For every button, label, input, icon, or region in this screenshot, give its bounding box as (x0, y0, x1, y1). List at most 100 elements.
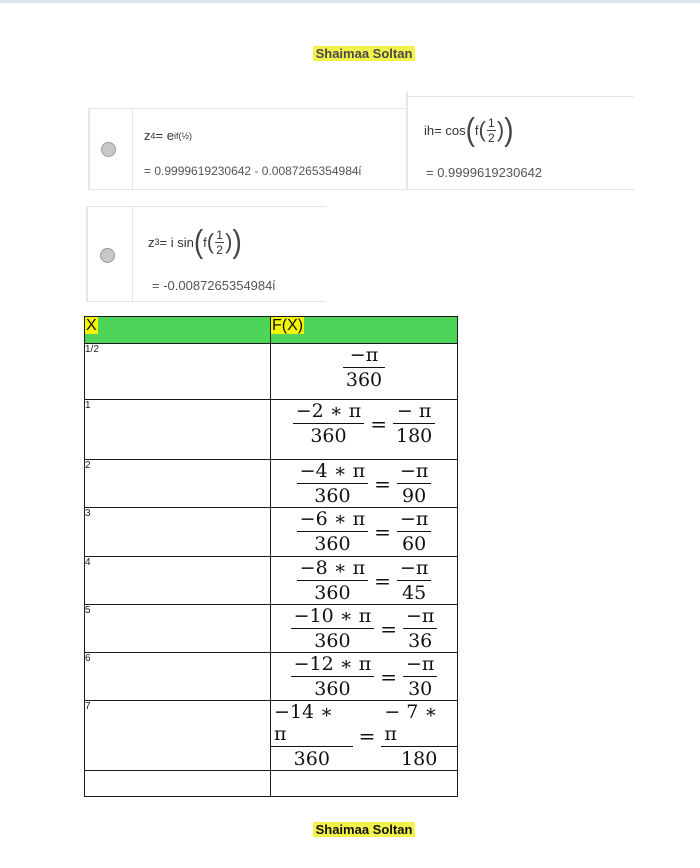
author-header: Shaimaa Soltan (313, 46, 415, 61)
ih-definition[interactable]: ih = cos (f( 12 )) (424, 110, 514, 150)
fx-cell: −10 ∗ π 360 = −π 36 (270, 604, 458, 653)
fraction-bar (271, 746, 353, 747)
fraction-unsimplified: −6 ∗ π 360 (296, 508, 369, 555)
fraction-unsimplified: −2 ∗ π 360 (292, 400, 365, 447)
numerator: −2 ∗ π (295, 400, 362, 422)
table-header-row: X F(X) (84, 316, 458, 344)
denominator: 360 (314, 678, 351, 700)
visibility-toggle-z4[interactable] (101, 142, 116, 157)
header-fx: F(X) (270, 316, 458, 344)
fraction-bar (290, 676, 375, 677)
ih-value: = 0.9999619230642 (426, 165, 543, 180)
fraction-simplified: −π 30 (402, 653, 438, 700)
fraction-simplified: −π 36 (402, 605, 438, 652)
fraction-bar (381, 746, 457, 747)
z3-definition[interactable]: z3 = i sin (f( 12 )) (148, 222, 242, 262)
table-row: 6 −12 ∗ π 360 = −π 30 (84, 652, 458, 701)
denominator: 360 (314, 533, 351, 555)
fraction-bar (396, 483, 432, 484)
denominator: 45 (402, 582, 427, 604)
table-row: 1 −2 ∗ π 360 = − π 180 (84, 399, 458, 460)
table-row (84, 770, 458, 797)
numerator: −6 ∗ π (299, 508, 366, 530)
fraction-simplified: − π 180 (393, 400, 436, 447)
denominator: 360 (314, 630, 351, 652)
x-cell: 2 (84, 459, 271, 508)
table-row: 2 −4 ∗ π 360 = −π 90 (84, 459, 458, 508)
equals-sign: = (380, 664, 397, 689)
denominator: 360 (314, 582, 351, 604)
table-row: 1/2 −π 360 (84, 343, 458, 400)
fx-expression: −10 ∗ π 360 = −π 36 (271, 605, 457, 652)
numerator: −14 ∗ π (274, 701, 334, 745)
fraction-bar (296, 580, 369, 581)
z3-value: = -0.0087265354984ί (152, 278, 276, 293)
denominator: 360 (310, 425, 347, 447)
fx-cell: −12 ∗ π 360 = −π 30 (270, 652, 458, 701)
denominator: 36 (408, 630, 433, 652)
fraction-bar (402, 676, 438, 677)
numerator: −π (405, 605, 435, 627)
table-row: 7 −14 ∗ π 360 = − 7 ∗ π 180 (84, 700, 458, 771)
numerator: − 7 ∗ π (384, 701, 438, 745)
fx-cell: −8 ∗ π 360 = −π 45 (270, 556, 458, 605)
numerator: −12 ∗ π (293, 653, 372, 675)
x-cell: 6 (84, 652, 271, 701)
fraction-bar (292, 423, 365, 424)
top-border-line (0, 0, 700, 3)
visibility-toggle-z3[interactable] (100, 248, 115, 263)
fraction-simplified: −π 90 (396, 460, 432, 507)
numerator: −π (399, 557, 429, 579)
fraction-unsimplified: −10 ∗ π 360 (290, 605, 375, 652)
fx-cell: −14 ∗ π 360 = − 7 ∗ π 180 (270, 700, 458, 771)
fx-expression: −4 ∗ π 360 = −π 90 (271, 460, 457, 507)
equals-sign: = (380, 616, 397, 641)
fraction-unsimplified: −π 360 (342, 344, 386, 391)
algebra-cell-z3[interactable]: z3 = i sin (f( 12 )) = -0.0087265354984ί (86, 206, 326, 302)
fraction-bar (290, 628, 375, 629)
x-cell: 3 (84, 507, 271, 557)
numerator: −π (399, 508, 429, 530)
fx-expression: −2 ∗ π 360 = − π 180 (271, 400, 457, 447)
x-cell: 1/2 (84, 343, 271, 400)
equals-sign: = (374, 568, 391, 593)
equals-sign: = (370, 411, 387, 436)
numerator: −8 ∗ π (299, 557, 366, 579)
denominator: 360 (345, 369, 383, 391)
fx-expression: −8 ∗ π 360 = −π 45 (271, 557, 457, 604)
function-table: X F(X) 1/2 −π 360 1 −2 ∗ π 360 = − π 180 2 −4 ∗ π3… (84, 316, 458, 797)
denominator: 30 (408, 678, 433, 700)
x-cell: 1 (84, 399, 271, 460)
fx-expression: −6 ∗ π 360 = −π 60 (271, 508, 457, 555)
x-cell (84, 770, 271, 797)
equals-sign: = (358, 723, 376, 748)
fx-expression: −14 ∗ π 360 = − 7 ∗ π 180 (271, 701, 457, 770)
denominator: 90 (402, 485, 427, 507)
x-cell: 7 (84, 700, 271, 771)
author-footer: Shaimaa Soltan (313, 822, 415, 837)
numerator: −π (405, 653, 435, 675)
fraction-bar (296, 483, 369, 484)
fx-expression: −π 360 (271, 344, 457, 391)
fx-cell: −6 ∗ π 360 = −π 60 (270, 507, 458, 557)
fx-cell: −π 360 (270, 343, 458, 400)
numerator: −π (399, 460, 429, 482)
fraction-unsimplified: −4 ∗ π 360 (296, 460, 369, 507)
denominator: 360 (293, 748, 330, 770)
numerator: −π (349, 344, 379, 366)
fraction-bar (342, 367, 386, 368)
x-cell: 5 (84, 604, 271, 653)
numerator: −4 ∗ π (299, 460, 366, 482)
algebra-cell-z4[interactable]: z4 = e if(½) = 0.9999619230642 - 0.008726… (88, 108, 406, 190)
fx-cell (270, 770, 458, 797)
fraction-unsimplified: −14 ∗ π 360 (271, 701, 353, 770)
fraction-simplified: −π 60 (396, 508, 432, 555)
denominator: 180 (401, 748, 438, 770)
algebra-cell-ih[interactable]: ih = cos (f( 12 )) = 0.9999619230642 (406, 92, 634, 190)
fraction-bar (393, 423, 436, 424)
equals-sign: = (374, 519, 391, 544)
fraction-unsimplified: −8 ∗ π 360 (296, 557, 369, 604)
fx-cell: −2 ∗ π 360 = − π 180 (270, 399, 458, 460)
fx-expression: −12 ∗ π 360 = −π 30 (271, 653, 457, 700)
z4-definition[interactable]: z4 = e if(½) (144, 128, 192, 143)
